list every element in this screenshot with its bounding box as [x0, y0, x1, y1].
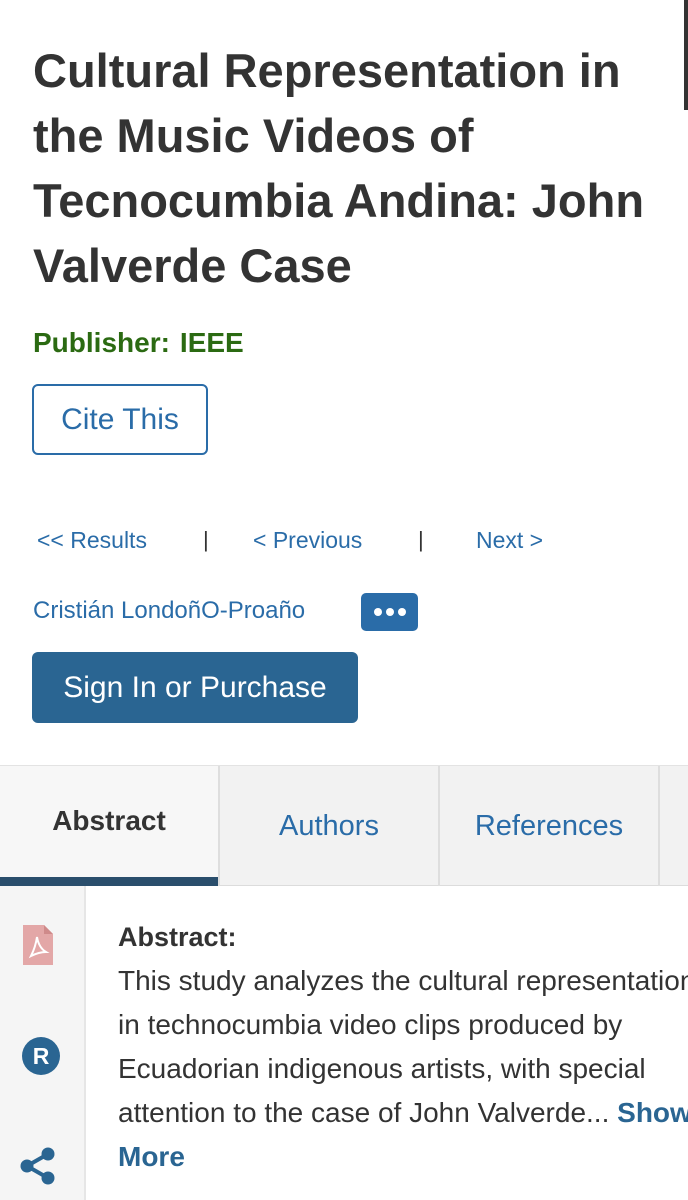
publisher-line: Publisher: IEEE — [33, 327, 244, 359]
abstract-body: This study analyzes the cultural represe… — [118, 965, 688, 1128]
document-tabs: Abstract Authors References — [0, 765, 688, 886]
sign-in-or-purchase-button[interactable]: Sign In or Purchase — [32, 652, 358, 723]
next-link[interactable]: Next > — [476, 527, 543, 554]
tab-references[interactable]: References — [440, 766, 658, 886]
share-icon[interactable] — [19, 1146, 57, 1191]
publisher-value: IEEE — [179, 327, 244, 358]
nav-separator: | — [203, 527, 209, 552]
abstract-text: This study analyzes the cultural represe… — [118, 959, 688, 1179]
ellipsis-icon — [373, 608, 406, 616]
page: Cultural Representation in the Music Vid… — [0, 0, 688, 1200]
author-link[interactable]: Cristián LondoñO-Proaño — [33, 597, 305, 625]
results-link[interactable]: << Results — [37, 527, 147, 554]
pdf-icon[interactable] — [22, 924, 54, 971]
tab-authors[interactable]: Authors — [220, 766, 438, 886]
cite-this-button[interactable]: Cite This — [32, 384, 208, 455]
publisher-label: Publisher: — [33, 327, 170, 358]
rights-r-icon[interactable]: R — [21, 1036, 61, 1081]
abstract-heading: Abstract: — [118, 922, 237, 952]
tab-divider — [658, 766, 660, 886]
article-title: Cultural Representation in the Music Vid… — [33, 44, 645, 292]
side-toolbar: R — [0, 886, 86, 1200]
svg-text:R: R — [33, 1043, 50, 1069]
tab-abstract[interactable]: Abstract — [0, 766, 218, 886]
previous-link[interactable]: < Previous — [253, 527, 362, 554]
more-authors-button[interactable] — [361, 593, 418, 631]
nav-separator: | — [418, 527, 424, 552]
scroll-edge-indicator — [684, 0, 688, 110]
